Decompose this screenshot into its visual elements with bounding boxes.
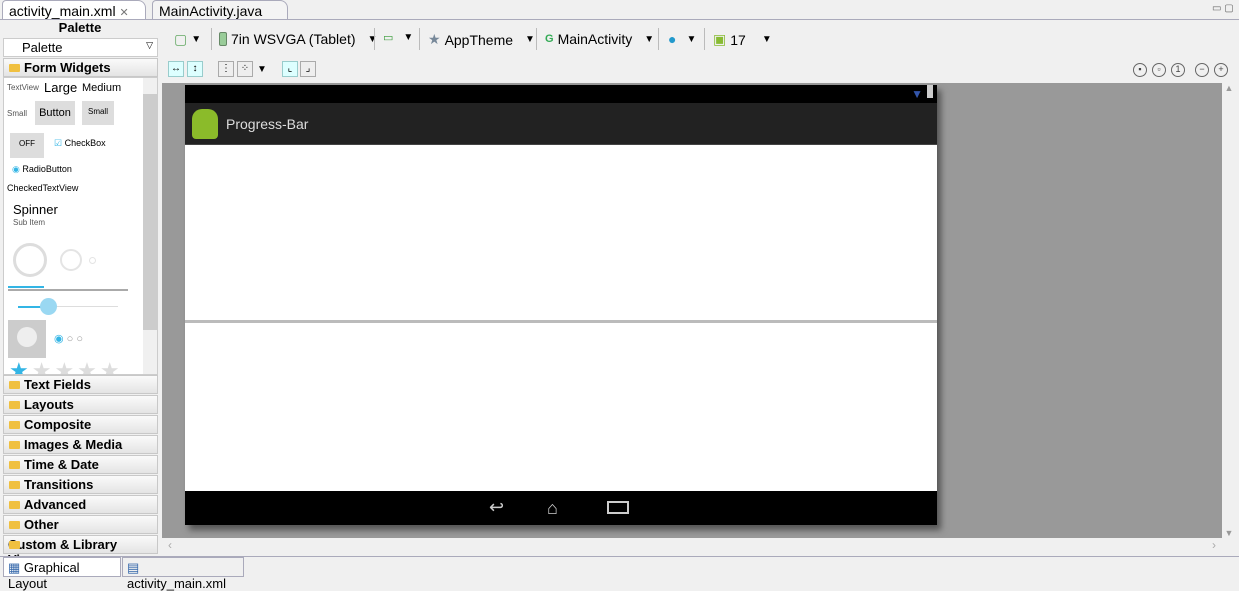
tab-xml-source[interactable]: ▤ activity_main.xml (122, 557, 244, 591)
widget-large[interactable]: Large (44, 80, 77, 95)
battery-icon (927, 85, 933, 98)
action-bar: Progress-Bar (185, 103, 937, 145)
widget-sub-item: Sub Item (13, 218, 46, 227)
category-images-media[interactable]: Images & Media (3, 435, 158, 454)
zoom-100-icon[interactable]: 1 (1171, 63, 1185, 77)
config-chooser[interactable]: ▢ ▼ (174, 31, 201, 48)
widget-medium[interactable]: Medium (82, 82, 121, 94)
device-dropdown[interactable]: 7in WSVGA (Tablet) ▼ (219, 31, 377, 47)
category-other[interactable]: Other (3, 515, 158, 534)
check-icon: ☑ (54, 138, 63, 148)
radio-group-icon[interactable]: ◉ ○ ○ (54, 332, 83, 345)
back-icon[interactable]: ↩ (489, 497, 504, 518)
rating-bar-icon[interactable]: ★★★★★ (9, 358, 123, 374)
status-bar: ▼ (185, 85, 937, 103)
widget-small[interactable]: Small (7, 109, 27, 118)
widget-checkedtextview[interactable]: CheckedTextView (7, 183, 78, 193)
category-composite[interactable]: Composite (3, 415, 158, 434)
palette-dropdown[interactable]: Palette ▽ (3, 38, 158, 57)
category-custom-library-views[interactable]: Custom & Library Views (3, 535, 158, 567)
horizontal-scrollbar[interactable]: ‹ › (162, 538, 1222, 555)
signal-icon: ▼ (911, 87, 923, 101)
category-transitions[interactable]: Transitions (3, 475, 158, 494)
distribute-icon[interactable]: ⁘ (237, 61, 253, 77)
progress-normal-icon[interactable] (60, 249, 82, 271)
fit-height-icon[interactable]: ↕ (187, 61, 203, 77)
layout-align-icon[interactable]: ⌞ (282, 61, 298, 77)
tab-graphical-layout[interactable]: ▦ Graphical Layout (3, 557, 121, 591)
vertical-scrollbar[interactable]: ▲ ▼ (1222, 83, 1236, 538)
close-icon[interactable]: ✕ (119, 7, 128, 19)
tab-activity-main-xml[interactable]: activity_main.xml ✕ (2, 0, 146, 20)
device-screen: ▼ Progress-Bar ↩ ⌂ (185, 85, 937, 525)
layout-canvas[interactable]: ▼ Progress-Bar ↩ ⌂ (162, 83, 1222, 538)
chevron-down-icon[interactable]: ▼ (257, 64, 267, 75)
widget-toggle-button[interactable]: OFF (10, 133, 44, 158)
app-title: Progress-Bar (226, 116, 309, 132)
category-layouts[interactable]: Layouts (3, 395, 158, 414)
navigation-bar: ↩ ⌂ (185, 491, 937, 525)
palette-header: Palette (58, 20, 102, 35)
tab-mainactivity-java[interactable]: MainActivity.java (152, 0, 288, 20)
widget-radiobutton[interactable]: ◉ RadioButton (12, 164, 72, 175)
progress-small-icon[interactable] (89, 257, 96, 264)
api-level-dropdown[interactable]: ▣ 17 ▼ (713, 31, 772, 48)
divider (0, 19, 1239, 20)
orientation-dropdown[interactable]: ▭ ▼ (383, 31, 413, 44)
radio-icon: ◉ (12, 164, 20, 174)
device-icon (219, 32, 227, 46)
xml-file-icon: ▤ (127, 560, 140, 575)
tab-label: MainActivity.java (159, 3, 263, 19)
widget-textview[interactable]: TextView (7, 83, 39, 92)
quick-contact-badge-icon[interactable] (8, 320, 46, 358)
fit-width-icon[interactable]: ↔ (168, 61, 184, 77)
android-icon: ▣ (713, 31, 727, 47)
tab-label: activity_main.xml (9, 3, 116, 19)
palette-scrollbar[interactable] (143, 78, 157, 374)
globe-icon: ● (668, 31, 677, 47)
recents-icon[interactable] (607, 501, 629, 514)
seekbar[interactable] (18, 298, 118, 315)
category-advanced[interactable]: Advanced (3, 495, 158, 514)
widget-button[interactable]: Button (35, 101, 75, 125)
layout-icon: ▦ (8, 560, 21, 575)
zoom-fit-icon[interactable]: ▫ (1152, 63, 1166, 77)
android-app-icon (192, 109, 218, 139)
progress-horizontal[interactable] (8, 286, 128, 291)
widget-spinner[interactable]: Spinner (13, 202, 58, 217)
home-icon[interactable]: ⌂ (547, 498, 558, 519)
zoom-in-icon[interactable]: + (1214, 63, 1228, 77)
widget-checkbox[interactable]: ☑ CheckBox (54, 138, 106, 149)
category-text-fields[interactable]: Text Fields (3, 375, 158, 394)
star-icon: ★ (428, 31, 441, 47)
category-time-date[interactable]: Time & Date (3, 455, 158, 474)
zoom-real-size-icon[interactable]: ▪ (1133, 63, 1147, 77)
show-margins-icon[interactable]: ⋮ (218, 61, 234, 77)
rotate-icon: ▭ (383, 32, 394, 44)
progress-bar[interactable] (185, 320, 937, 323)
zoom-out-icon[interactable]: − (1195, 63, 1209, 77)
form-widgets-panel: TextView Large Medium Small Button Small… (3, 77, 158, 375)
layout-fill-icon[interactable]: ⌟ (300, 61, 316, 77)
widget-small-button[interactable]: Small (82, 101, 114, 125)
theme-dropdown[interactable]: ★ AppTheme ▼ (428, 31, 535, 48)
minimize-maximize-icons[interactable]: ▭ ▢ (1212, 3, 1234, 14)
file-icon: ▢ (174, 31, 188, 47)
locale-dropdown[interactable]: ● ▼ (668, 31, 696, 47)
category-form-widgets[interactable]: Form Widgets (3, 58, 158, 77)
activity-dropdown[interactable]: G MainActivity ▼ (545, 31, 654, 47)
progress-large-icon[interactable] (13, 243, 47, 277)
activity-icon: G (545, 33, 554, 45)
